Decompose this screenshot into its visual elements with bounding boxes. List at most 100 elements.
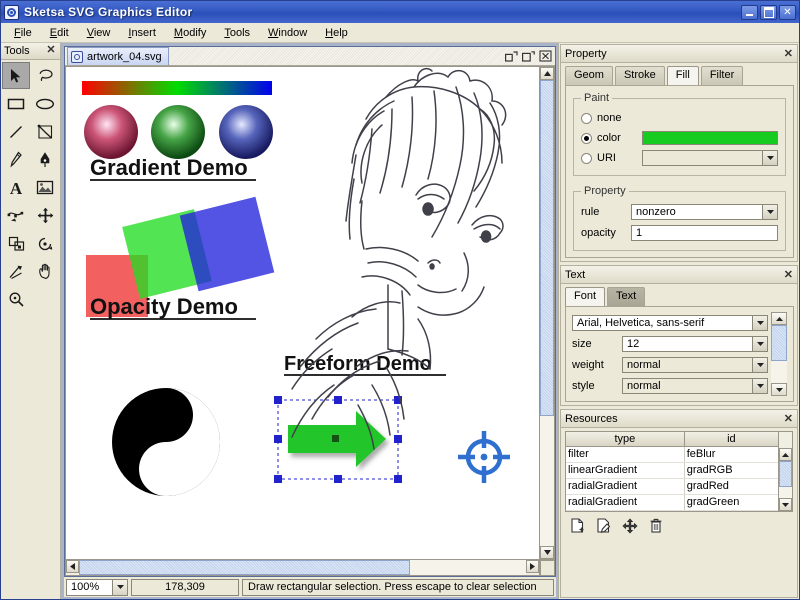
cell-type: radialGradient	[566, 495, 685, 510]
chevron-down-icon[interactable]	[762, 205, 777, 219]
resources-scroll-thumb[interactable]	[779, 461, 792, 487]
pen-tool[interactable]	[31, 146, 59, 173]
tab-filter[interactable]: Filter	[701, 66, 743, 85]
chevron-down-icon[interactable]	[752, 337, 767, 351]
line-tool[interactable]	[2, 118, 30, 145]
text-scroll-thumb[interactable]	[771, 325, 787, 361]
tab-text[interactable]: Text	[607, 287, 645, 306]
table-row[interactable]: radialGradient gradGreen	[566, 495, 778, 511]
resources-panel-close-icon[interactable]: ✕	[784, 412, 793, 425]
menu-file[interactable]: File	[5, 25, 41, 41]
rule-label: rule	[581, 206, 625, 218]
chevron-down-icon[interactable]	[762, 151, 777, 165]
menu-view[interactable]: View	[78, 25, 120, 41]
horizontal-scroll-track[interactable]	[79, 560, 526, 575]
zoom-tool[interactable]	[2, 286, 30, 313]
resources-scrollbar[interactable]	[778, 432, 792, 511]
tab-fill[interactable]: Fill	[667, 66, 699, 85]
radio-color-icon[interactable]	[581, 133, 592, 144]
chevron-down-icon[interactable]	[752, 316, 767, 330]
menu-insert[interactable]: Insert	[119, 25, 165, 41]
uri-combo[interactable]	[642, 150, 778, 166]
scroll-up-icon[interactable]	[540, 67, 554, 80]
radio-none-icon[interactable]	[581, 113, 592, 124]
paint-option-none-row[interactable]: none	[581, 108, 778, 128]
vertical-scroll-thumb[interactable]	[540, 80, 554, 416]
horizontal-scroll-thumb[interactable]	[79, 560, 410, 575]
column-header-id[interactable]: id	[685, 432, 778, 446]
document-close-icon[interactable]	[538, 49, 553, 63]
menu-window[interactable]: Window	[259, 25, 316, 41]
tab-font[interactable]: Font	[565, 287, 605, 306]
svg-canvas[interactable]: Gradient Demo Opacity Demo	[65, 66, 540, 560]
scroll-up-icon[interactable]	[771, 312, 787, 325]
font-style-combo[interactable]: normal	[622, 378, 768, 394]
maximize-button[interactable]	[760, 5, 777, 20]
scroll-left-icon[interactable]	[66, 560, 79, 573]
polyline-tool[interactable]	[31, 118, 59, 145]
menu-help[interactable]: Help	[316, 25, 357, 41]
resources-scroll-track[interactable]	[779, 461, 792, 498]
close-button[interactable]: ✕	[779, 5, 796, 20]
tools-palette-close-icon[interactable]: ✕	[45, 45, 57, 57]
ellipse-tool[interactable]	[31, 90, 59, 117]
node-edit-tool[interactable]	[2, 202, 30, 229]
paint-option-uri-row[interactable]: URI	[581, 148, 778, 168]
select-arrow-tool[interactable]	[2, 62, 30, 89]
text-panel-scrollbar[interactable]	[771, 312, 787, 396]
table-row[interactable]: linearGradient gradRGB	[566, 463, 778, 479]
menu-modify[interactable]: Modify	[165, 25, 215, 41]
font-family-combo[interactable]: Arial, Helvetica, sans-serif	[572, 315, 768, 331]
vertical-scroll-track[interactable]	[540, 80, 554, 546]
table-row[interactable]: radialGradient gradRed	[566, 479, 778, 495]
menu-tools[interactable]: Tools	[215, 25, 259, 41]
minimize-button[interactable]	[741, 5, 758, 20]
boolean-shape-tool[interactable]	[2, 230, 30, 257]
chevron-down-icon[interactable]	[112, 580, 127, 595]
resources-table-header: type id	[566, 432, 778, 447]
font-size-combo[interactable]: 12	[622, 336, 768, 352]
scroll-right-icon[interactable]	[526, 560, 539, 573]
canvas-horizontal-scrollbar[interactable]	[65, 560, 540, 576]
column-header-type[interactable]: type	[566, 432, 685, 446]
document-restore-icon[interactable]	[504, 49, 519, 63]
rule-combo[interactable]: nonzero	[631, 204, 778, 220]
document-maximize-icon[interactable]	[521, 49, 536, 63]
rectangle-tool[interactable]	[2, 90, 30, 117]
duplicate-resource-icon[interactable]	[621, 517, 638, 534]
chevron-down-icon[interactable]	[752, 358, 767, 372]
menu-edit[interactable]: Edit	[41, 25, 78, 41]
text-tool[interactable]: A	[2, 174, 30, 201]
chevron-down-icon[interactable]	[752, 379, 767, 393]
pencil-tool[interactable]	[2, 146, 30, 173]
tab-geom[interactable]: Geom	[565, 66, 613, 85]
scroll-up-icon[interactable]	[779, 448, 792, 461]
fill-color-swatch[interactable]	[642, 131, 778, 145]
zoom-level-combo[interactable]: 100%	[66, 579, 128, 596]
text-scroll-track[interactable]	[771, 325, 787, 383]
scroll-down-icon[interactable]	[771, 383, 787, 396]
pan-hand-tool[interactable]	[31, 258, 59, 285]
radio-uri-icon[interactable]	[581, 153, 592, 164]
table-row[interactable]: filter feBlur	[566, 447, 778, 463]
paint-group-legend: Paint	[581, 92, 612, 104]
delete-resource-icon[interactable]	[647, 517, 664, 534]
opacity-input[interactable]: 1	[631, 225, 778, 241]
skew-tool[interactable]	[2, 258, 30, 285]
font-weight-combo[interactable]: normal	[622, 357, 768, 373]
image-tool[interactable]	[31, 174, 59, 201]
text-panel-close-icon[interactable]: ✕	[784, 268, 793, 281]
document-tab[interactable]: artwork_04.svg	[67, 47, 169, 65]
canvas-vertical-scrollbar[interactable]	[540, 66, 555, 560]
move-tool[interactable]	[31, 202, 59, 229]
edit-resource-icon[interactable]	[595, 517, 612, 534]
lasso-tool[interactable]	[31, 62, 59, 89]
scroll-down-icon[interactable]	[779, 498, 792, 511]
tab-stroke[interactable]: Stroke	[615, 66, 665, 85]
cell-type: radialGradient	[566, 479, 685, 494]
scroll-down-icon[interactable]	[540, 546, 554, 559]
rotate-tool[interactable]	[31, 230, 59, 257]
new-resource-icon[interactable]	[569, 517, 586, 534]
property-panel-close-icon[interactable]: ✕	[784, 47, 793, 60]
paint-option-color-row[interactable]: color	[581, 128, 778, 148]
